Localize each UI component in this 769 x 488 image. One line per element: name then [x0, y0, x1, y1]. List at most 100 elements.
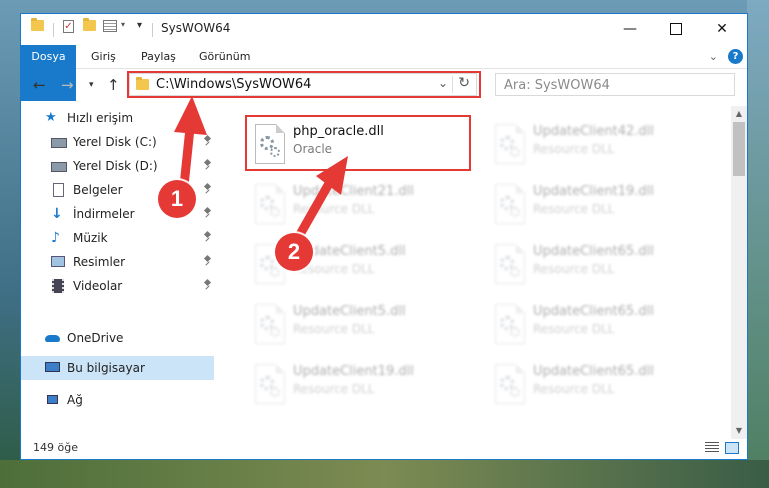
close-button[interactable]: ✕: [699, 14, 745, 43]
dll-file-icon: [495, 304, 525, 344]
sidebar-item-pictures[interactable]: Resimler: [21, 250, 214, 274]
search-input[interactable]: [502, 75, 726, 96]
sidebar-item-label: Bu bilgisayar: [67, 361, 145, 375]
sidebar-item-onedrive[interactable]: OneDrive: [21, 326, 214, 350]
view-properties-icon[interactable]: [103, 20, 117, 32]
file-type: Resource DLL: [533, 262, 615, 276]
dll-file-icon: [495, 124, 525, 164]
file-name: UpdateClient5.dll: [293, 304, 406, 319]
dll-file-icon: [495, 244, 525, 284]
search-box[interactable]: [495, 73, 735, 96]
file-item[interactable]: UpdateClient65.dll Resource DLL: [485, 356, 715, 412]
vertical-scrollbar[interactable]: ▲ ▼: [731, 106, 747, 439]
ribbon-controls: ⌄ ?: [709, 49, 743, 64]
music-icon: ♪: [51, 230, 60, 246]
back-arrow-icon[interactable]: ←: [33, 76, 46, 94]
dll-file-icon: [255, 184, 285, 224]
ribbon-tabs: Dosya Giriş Paylaş Görünüm ⌄ ?: [21, 45, 747, 101]
step-badge-1: 1: [158, 180, 196, 218]
minimize-button[interactable]: —: [607, 14, 653, 43]
sidebar-item-label: Videolar: [73, 279, 123, 293]
dll-file-icon: [255, 304, 285, 344]
sidebar-item-label: OneDrive: [67, 331, 124, 345]
address-divider: [452, 76, 453, 93]
scroll-down-icon[interactable]: ▼: [731, 423, 747, 439]
file-item[interactable]: UpdateClient21.dll Resource DLL: [245, 176, 475, 232]
large-icons-view-icon[interactable]: [725, 442, 739, 454]
file-type: Resource DLL: [533, 142, 615, 156]
scroll-thumb[interactable]: [733, 122, 745, 176]
step-badge-2: 2: [275, 233, 313, 271]
window-title: SysWOW64: [161, 21, 231, 35]
properties-check-icon[interactable]: ✓: [63, 20, 74, 33]
sidebar-item-label: Yerel Disk (C:): [73, 135, 157, 149]
sidebar-item-label: Ağ: [67, 393, 83, 407]
desktop-background-right: [747, 0, 769, 488]
customize-toolbar-icon[interactable]: ▾: [137, 20, 142, 31]
desktop-background-bottom: [0, 460, 769, 488]
close-icon: ✕: [716, 20, 728, 37]
file-item[interactable]: UpdateClient65.dll Resource DLL: [485, 296, 715, 352]
dll-file-icon: [495, 184, 525, 224]
cloud-icon: [45, 331, 61, 345]
up-arrow-icon[interactable]: ↑: [107, 76, 120, 94]
file-type: Resource DLL: [533, 382, 615, 396]
address-row: ← → ▾ ↑ C:\Windows\SysWOW64 ⌄ ↻: [21, 71, 747, 101]
sidebar-item-videos[interactable]: Videolar: [21, 274, 214, 298]
drive-icon: [51, 135, 67, 149]
file-name: UpdateClient65.dll: [533, 244, 654, 259]
sidebar-item-this-pc[interactable]: Bu bilgisayar: [21, 356, 214, 380]
download-icon: ↓: [51, 206, 63, 222]
forward-arrow-icon[interactable]: →: [61, 76, 74, 94]
file-type: Resource DLL: [293, 382, 375, 396]
sidebar-item-network[interactable]: Ağ: [21, 388, 214, 412]
sidebar-item-label: Belgeler: [73, 183, 123, 197]
file-item[interactable]: UpdateClient42.dll Resource DLL: [485, 116, 715, 172]
file-item[interactable]: UpdateClient65.dll Resource DLL: [485, 236, 715, 292]
sidebar-item-label: Hızlı erişim: [67, 111, 134, 125]
pin-icon[interactable]: [203, 232, 211, 242]
minimize-icon: —: [623, 20, 637, 37]
title-bar: ✓ ▾ ▾ SysWOW64 — ✕: [21, 14, 747, 45]
file-type: Resource DLL: [533, 322, 615, 336]
dll-file-icon: [495, 364, 525, 404]
maximize-icon: [670, 22, 682, 35]
tab-home[interactable]: Giriş: [81, 45, 126, 68]
file-highlight: [245, 115, 471, 171]
file-name: UpdateClient65.dll: [533, 304, 654, 319]
explorer-window: ✓ ▾ ▾ SysWOW64 — ✕ Dosya Giriş Paylaş Gö…: [20, 13, 748, 460]
pin-icon[interactable]: [203, 256, 211, 266]
file-item[interactable]: UpdateClient5.dll Resource DLL: [245, 296, 475, 352]
maximize-button[interactable]: [653, 14, 699, 43]
scroll-up-icon[interactable]: ▲: [731, 106, 747, 122]
star-icon: ★: [45, 110, 57, 125]
item-count: 149 öğe: [33, 441, 78, 454]
file-item[interactable]: UpdateClient19.dll Resource DLL: [485, 176, 715, 232]
qa-dropdown-icon[interactable]: ▾: [121, 20, 125, 29]
sidebar-item-label: Yerel Disk (D:): [73, 159, 158, 173]
sidebar-item-music[interactable]: ♪ Müzik: [21, 226, 214, 250]
folder-icon: [31, 18, 44, 31]
recent-locations-icon[interactable]: ▾: [89, 80, 94, 90]
address-folder-icon: [136, 77, 149, 90]
title-divider: [152, 23, 153, 37]
file-name: UpdateClient42.dll: [533, 124, 654, 139]
help-icon[interactable]: ?: [728, 49, 743, 64]
address-dropdown-icon[interactable]: ⌄: [438, 76, 448, 90]
toolbar-divider: [53, 23, 54, 37]
tab-view[interactable]: Görünüm: [189, 45, 260, 68]
file-type: Resource DLL: [293, 322, 375, 336]
details-view-icon[interactable]: [705, 442, 719, 454]
file-name: UpdateClient65.dll: [533, 364, 654, 379]
file-item[interactable]: UpdateClient19.dll Resource DLL: [245, 356, 475, 412]
tab-share[interactable]: Paylaş: [131, 45, 186, 68]
expand-ribbon-icon[interactable]: ⌄: [709, 50, 718, 63]
new-folder-icon[interactable]: [83, 18, 96, 31]
pin-icon[interactable]: [203, 280, 211, 290]
pictures-icon: [51, 255, 67, 269]
refresh-icon[interactable]: ↻: [458, 75, 470, 91]
file-name: UpdateClient19.dll: [533, 184, 654, 199]
sidebar-item-label: Resimler: [73, 255, 126, 269]
file-type: Resource DLL: [533, 202, 615, 216]
status-bar: 149 öğe: [21, 439, 747, 459]
